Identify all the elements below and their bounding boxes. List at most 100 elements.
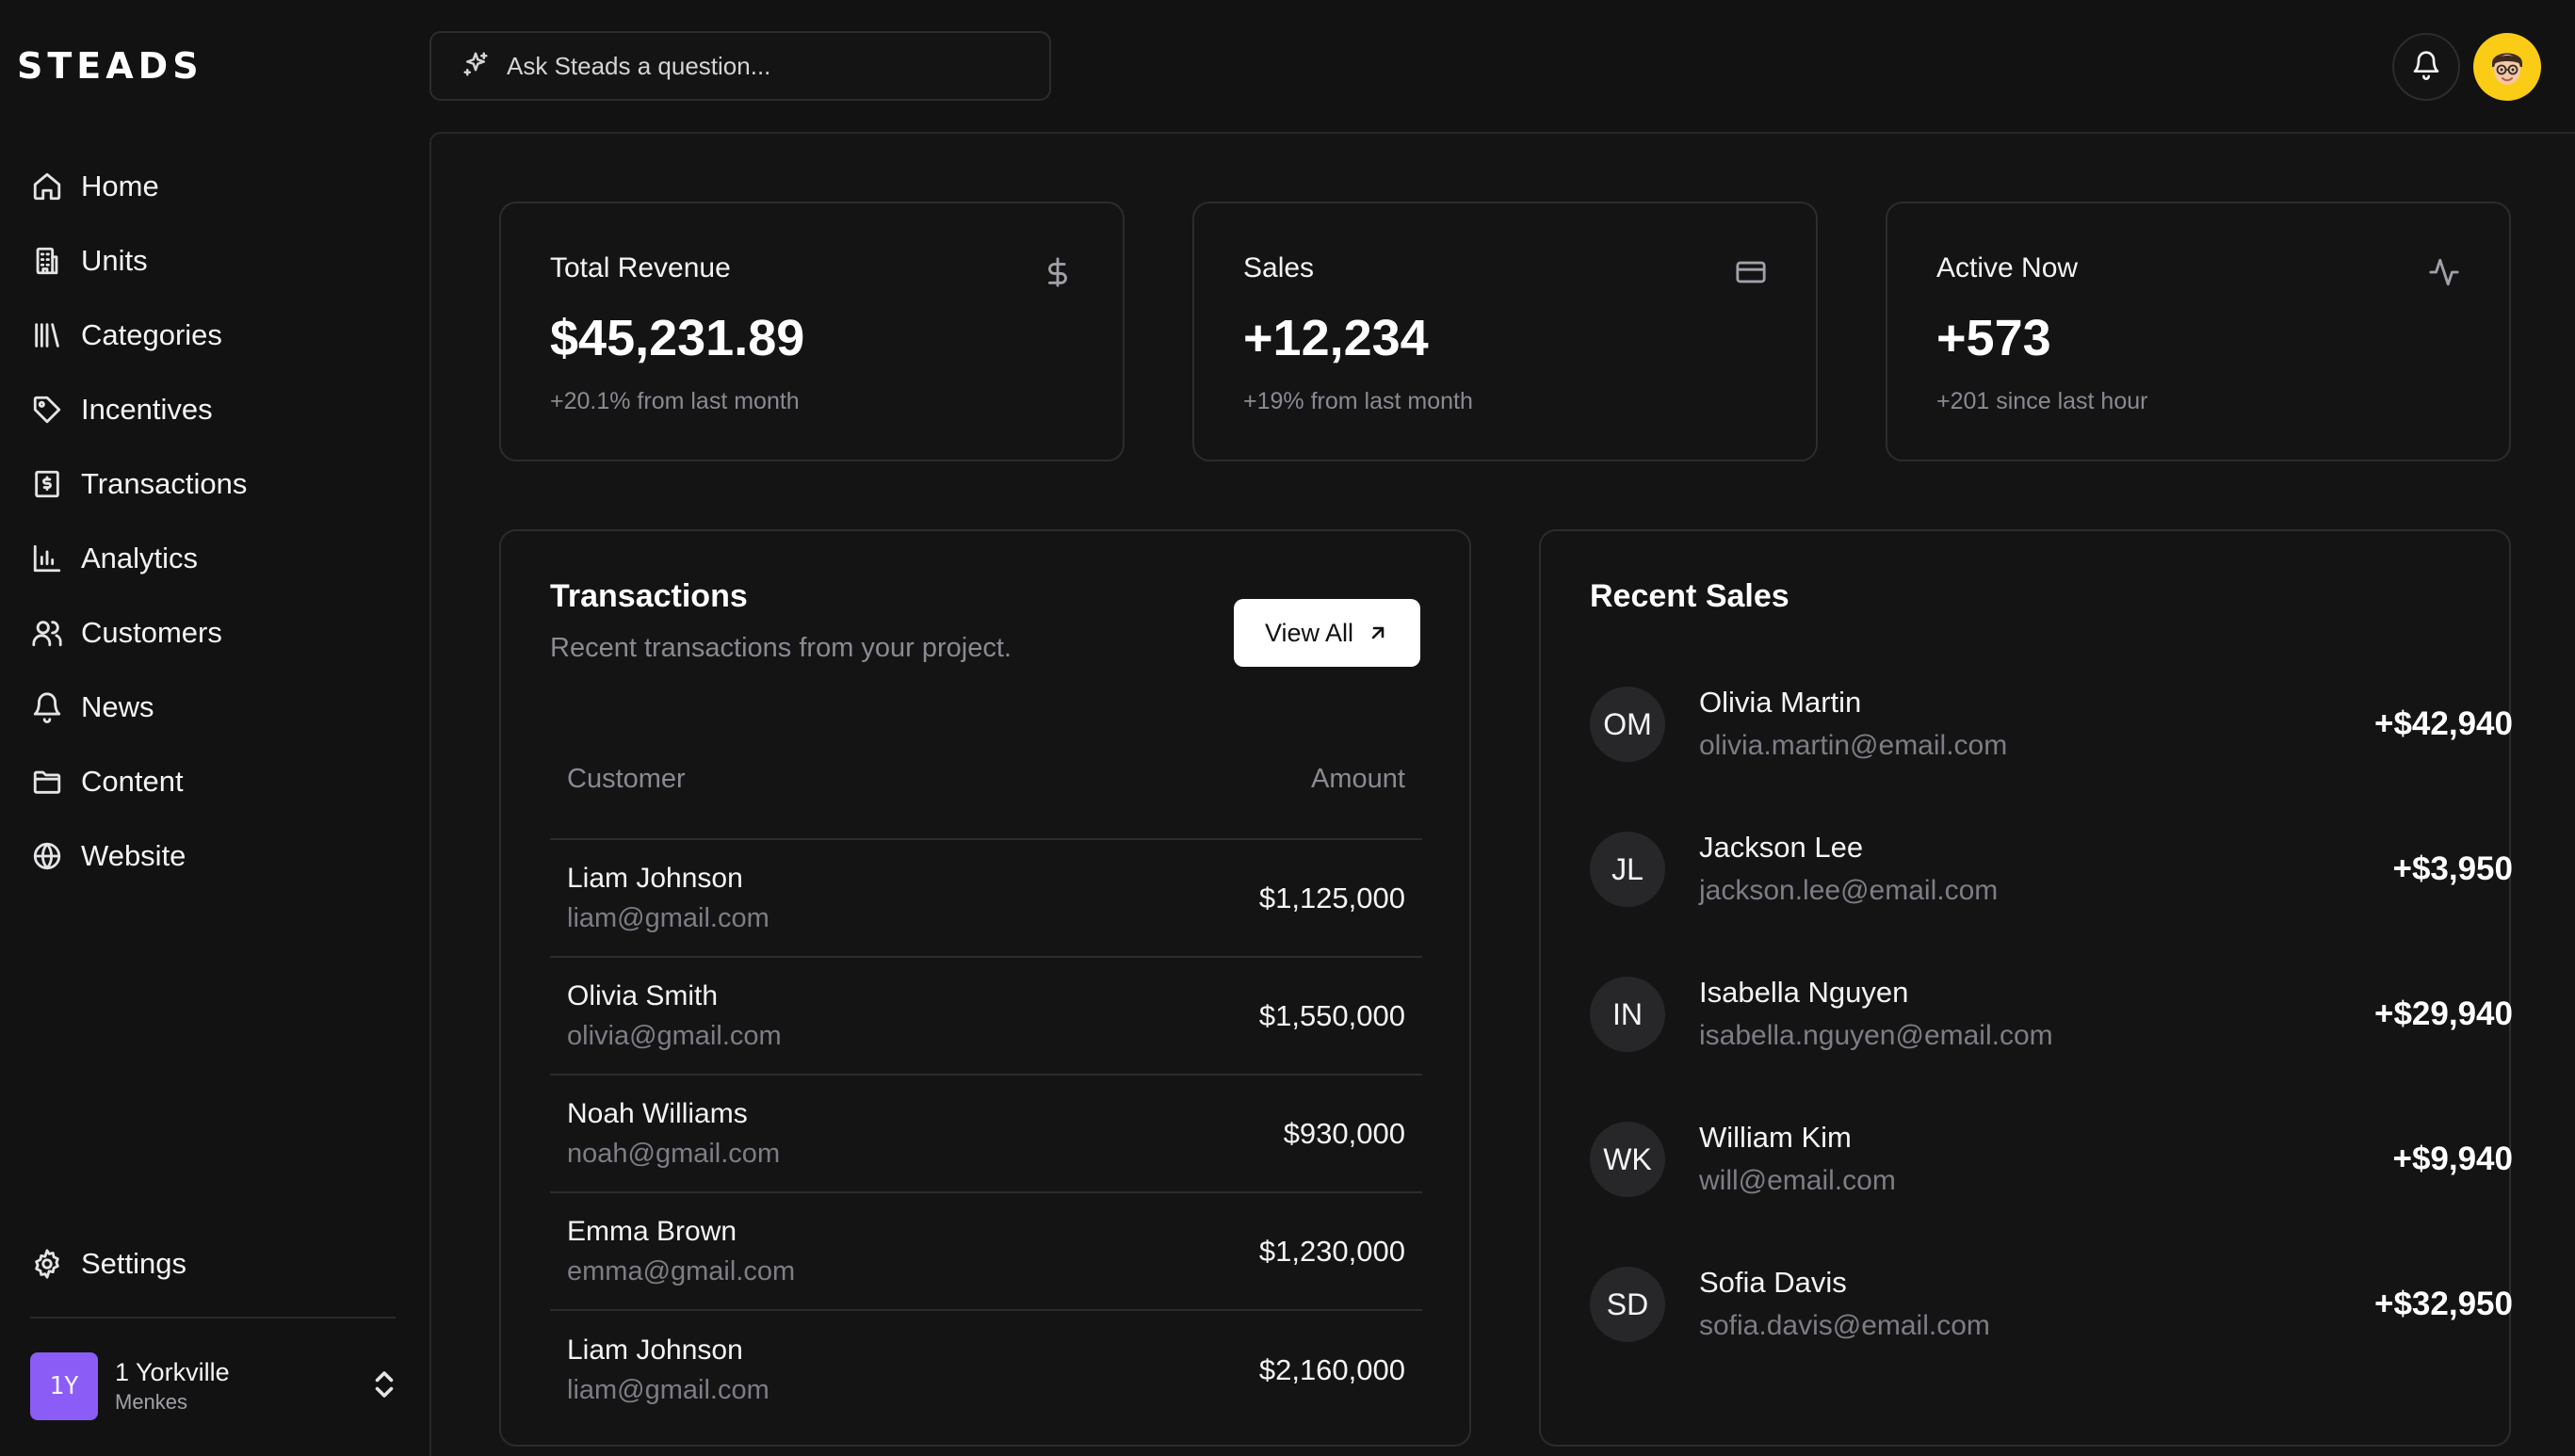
stat-title: Total Revenue: [550, 252, 731, 283]
customer-cell: Noah Williams noah@gmail.com: [567, 1094, 780, 1173]
sale-amount: +$42,940: [2374, 705, 2513, 742]
customer-name: Emma Brown: [567, 1215, 737, 1247]
customer-cell: Olivia Smith olivia@gmail.com: [567, 977, 782, 1056]
sale-email: will@email.com: [1699, 1165, 1896, 1196]
arrow-up-right-icon: [1371, 626, 1385, 639]
avatar: WK: [1590, 1122, 1665, 1197]
ask-search-bar[interactable]: Ask Steads a question...: [429, 31, 1051, 101]
table-row[interactable]: Olivia Smith olivia@gmail.com $1,550,000: [550, 958, 1422, 1076]
workspace-sub: Menkes: [115, 1390, 188, 1414]
sidebar: STEADS Home Units Categories Incentives …: [0, 0, 429, 1456]
sale-email: olivia.martin@email.com: [1699, 730, 2008, 761]
sidebar-item-analytics[interactable]: Analytics: [30, 521, 407, 595]
credit-card-icon: [1735, 256, 1767, 293]
memoji-avatar-icon: [2492, 53, 2522, 85]
building-icon: [30, 244, 64, 278]
main-content: Total Revenue $45,231.89 +20.1% from las…: [429, 132, 2575, 1456]
search-placeholder: Ask Steads a question...: [507, 51, 771, 80]
sidebar-item-website[interactable]: Website: [30, 818, 407, 893]
sale-name: William Kim: [1699, 1121, 1852, 1154]
sidebar-item-label: Website: [81, 838, 186, 872]
sidebar-item-label: Customers: [81, 615, 222, 649]
sale-name: Isabella Nguyen: [1699, 976, 1909, 1009]
sidebar-item-incentives[interactable]: Incentives: [30, 372, 407, 446]
column-header-amount[interactable]: Amount: [1311, 764, 1405, 795]
sidebar-item-label: Units: [81, 243, 148, 277]
table-header: Customer Amount: [550, 720, 1422, 840]
sale-email: jackson.lee@email.com: [1699, 875, 1999, 906]
customer-email: noah@gmail.com: [567, 1138, 781, 1169]
notifications-button[interactable]: [2392, 33, 2460, 101]
view-all-button[interactable]: View All: [1234, 599, 1420, 667]
amount-cell: $2,160,000: [1258, 1352, 1405, 1386]
transactions-card: Transactions Recent transactions from yo…: [499, 529, 1471, 1447]
sidebar-item-units[interactable]: Units: [30, 223, 407, 298]
amount-cell: $1,125,000: [1258, 881, 1405, 914]
sale-person: William Kim will@email.com: [1699, 1116, 2393, 1203]
amount-cell: $1,230,000: [1258, 1234, 1405, 1268]
sidebar-item-home[interactable]: Home: [30, 149, 407, 223]
sale-amount: +$3,950: [2392, 850, 2514, 887]
user-avatar[interactable]: [2473, 33, 2541, 101]
sale-person: Isabella Nguyen isabella.nguyen@email.co…: [1699, 971, 2374, 1058]
stat-card-total-revenue: Total Revenue $45,231.89 +20.1% from las…: [499, 202, 1125, 461]
stat-value: $45,231.89: [550, 310, 805, 366]
sidebar-item-label: News: [81, 689, 154, 723]
bell-icon: [30, 690, 64, 724]
sidebar-item-content[interactable]: Content: [30, 744, 407, 818]
transactions-title: Transactions: [550, 578, 748, 614]
sparkle-icon: [462, 50, 490, 83]
stat-subtext: +201 since last hour: [1936, 388, 2148, 414]
customer-email: olivia@gmail.com: [567, 1020, 782, 1051]
sidebar-item-settings[interactable]: Settings: [30, 1226, 186, 1301]
recent-sales-card: Recent Sales OM Olivia Martin olivia.mar…: [1539, 529, 2513, 1447]
sidebar-item-news[interactable]: News: [30, 670, 407, 744]
workspace-switcher[interactable]: 1Y 1 Yorkville Menkes: [30, 1352, 397, 1420]
sale-amount: +$29,940: [2374, 995, 2513, 1032]
sidebar-item-label: Home: [81, 169, 159, 202]
sidebar-item-categories[interactable]: Categories: [30, 298, 407, 372]
sale-email: sofia.davis@email.com: [1699, 1310, 1990, 1341]
avatar: OM: [1590, 687, 1665, 762]
sale-person: Sofia Davis sofia.davis@email.com: [1699, 1261, 2374, 1348]
sale-name: Sofia Davis: [1699, 1266, 1847, 1299]
sidebar-item-label: Content: [81, 764, 184, 798]
sidebar-item-label: Analytics: [81, 541, 199, 574]
avatar: IN: [1590, 977, 1665, 1052]
sidebar-item-label: Incentives: [81, 392, 213, 426]
list-item[interactable]: JL Jackson Lee jackson.lee@email.com +$3…: [1590, 797, 2513, 942]
home-icon: [30, 170, 64, 203]
stat-title: Sales: [1243, 252, 1315, 283]
amount-cell: $930,000: [1283, 1116, 1405, 1150]
customer-cell: Liam Johnson liam@gmail.com: [567, 859, 769, 938]
amount-cell: $1,550,000: [1258, 998, 1405, 1032]
settings-label: Settings: [81, 1246, 187, 1280]
table-row[interactable]: Liam Johnson liam@gmail.com $2,160,000: [550, 1311, 1422, 1429]
customer-name: Noah Williams: [567, 1097, 748, 1129]
table-row[interactable]: Emma Brown emma@gmail.com $1,230,000: [550, 1193, 1422, 1311]
customer-email: emma@gmail.com: [567, 1255, 796, 1286]
table-row[interactable]: Noah Williams noah@gmail.com $930,000: [550, 1076, 1422, 1193]
sidebar-item-customers[interactable]: Customers: [30, 595, 407, 670]
list-item[interactable]: WK William Kim will@email.com +$9,940: [1590, 1087, 2513, 1232]
tag-icon: [30, 393, 64, 427]
column-header-customer[interactable]: Customer: [567, 764, 686, 795]
customer-cell: Liam Johnson liam@gmail.com: [567, 1331, 769, 1410]
sidebar-divider: [30, 1317, 396, 1318]
receipt-icon: [30, 467, 64, 501]
gear-icon: [30, 1247, 64, 1281]
table-row[interactable]: Liam Johnson liam@gmail.com $1,125,000: [550, 840, 1422, 958]
list-item[interactable]: OM Olivia Martin olivia.martin@email.com…: [1590, 652, 2513, 797]
sale-amount: +$32,950: [2374, 1286, 2513, 1322]
sidebar-item-transactions[interactable]: Transactions: [30, 446, 407, 521]
customer-name: Liam Johnson: [567, 862, 743, 894]
stat-card-active-now: Active Now +573 +201 since last hour: [1886, 202, 2511, 461]
list-item[interactable]: IN Isabella Nguyen isabella.nguyen@email…: [1590, 942, 2513, 1087]
workspace-badge: 1Y: [30, 1352, 98, 1420]
stat-title: Active Now: [1936, 252, 2079, 283]
app-logo[interactable]: STEADS: [17, 41, 203, 90]
sale-name: Olivia Martin: [1699, 686, 1862, 719]
folder-icon: [30, 765, 64, 799]
app-window: STEADS Home Units Categories Incentives …: [0, 0, 2575, 1456]
list-item[interactable]: SD Sofia Davis sofia.davis@email.com +$3…: [1590, 1232, 2513, 1377]
